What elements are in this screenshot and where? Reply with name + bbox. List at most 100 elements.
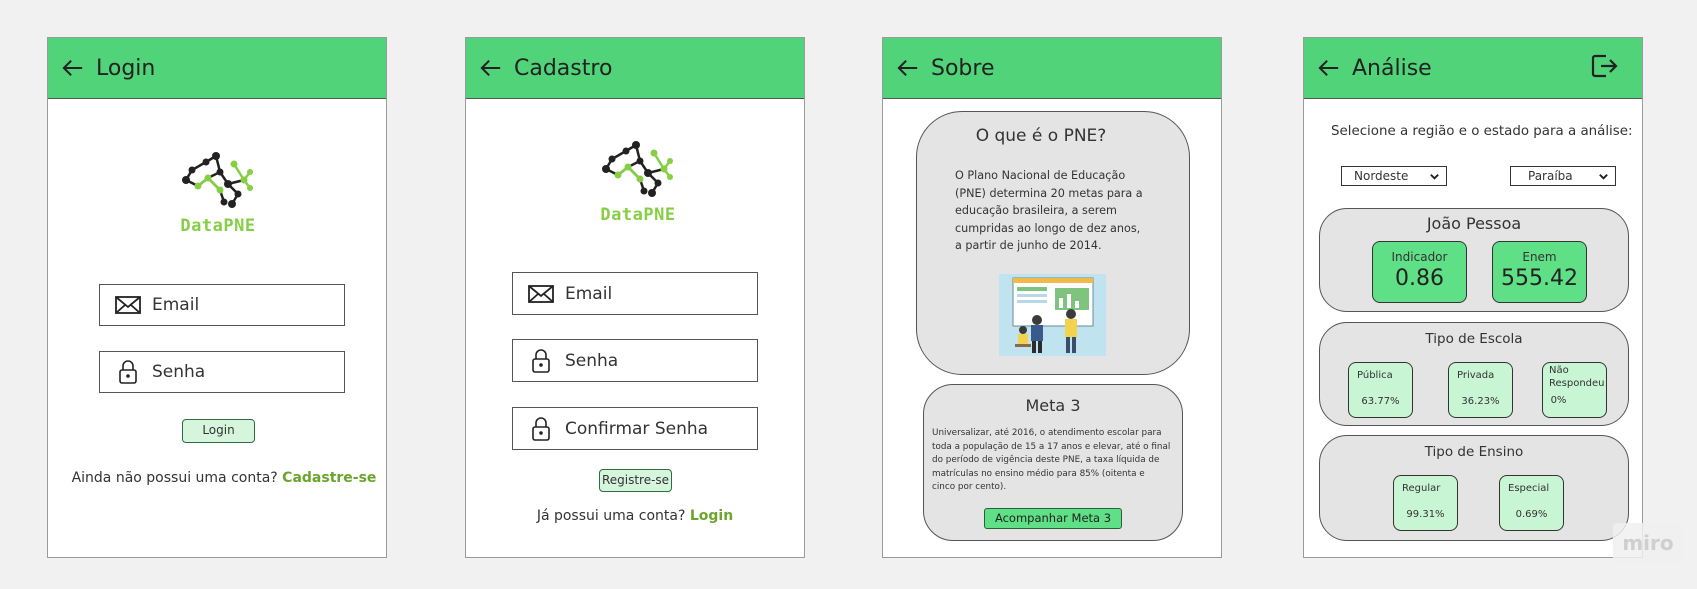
school-public-value: 63.77% <box>1361 396 1400 407</box>
card-title: Meta 3 <box>1025 396 1081 415</box>
teaching-type-card: Tipo de Ensino Regular 99.31% Especial 0… <box>1319 435 1629 541</box>
text-line: educação brasileira, a serem <box>955 204 1117 217</box>
logo-text: DataPNE <box>180 216 256 236</box>
signup-prompt-text: Ainda não possui uma conta? <box>71 470 278 486</box>
page-title: Análise <box>1352 55 1432 81</box>
teaching-special-label: Especial <box>1508 483 1550 494</box>
state-select[interactable]: Paraíba <box>1510 166 1616 186</box>
logout-icon[interactable] <box>1590 52 1618 80</box>
school-private-value: 36.23% <box>1461 396 1500 407</box>
text-line: O Plano Nacional de Educação <box>955 169 1126 182</box>
miro-watermark: miro <box>1613 523 1683 563</box>
confirm-password-field[interactable]: Confirmar Senha <box>512 407 758 450</box>
lock-icon <box>527 416 555 441</box>
about-screen: Sobre O que é o PNE? O Plano Nacional de… <box>882 37 1222 558</box>
text-line: cumpridas ao longo de dez anos, <box>955 221 1141 235</box>
region-select-value: Nordeste <box>1354 169 1409 183</box>
logo-text: DataPNE <box>600 205 676 225</box>
school-private-label: Privada <box>1457 370 1495 381</box>
datapne-logo: DataPNE <box>178 152 258 236</box>
state-select-value: Paraíba <box>1528 169 1573 183</box>
indicator-label: Indicador <box>1391 250 1448 264</box>
signup-link[interactable]: Cadastre-se <box>282 470 376 486</box>
school-noanswer-value: 0% <box>1550 395 1567 406</box>
envelope-icon <box>527 282 555 306</box>
chevron-down-icon <box>1430 174 1439 180</box>
school-noanswer-stat: Não Respondeu 0% <box>1542 362 1607 418</box>
teaching-regular-value: 99.31% <box>1406 509 1445 520</box>
text-line: toda a população de 15 a 17 anos e eleva… <box>932 441 1171 452</box>
page-title: Sobre <box>931 55 995 81</box>
city-name: João Pessoa <box>1426 214 1522 233</box>
email-label: Email <box>152 295 200 315</box>
text-line: do período de vigência deste PNE, a taxa… <box>932 455 1160 466</box>
text-line: Universalizar, até 2016, o atendimento e… <box>932 428 1162 438</box>
follow-meta3-button[interactable]: Acompanhar Meta 3 <box>984 508 1122 529</box>
arrow-left-icon[interactable] <box>480 57 502 79</box>
lock-icon <box>527 348 555 373</box>
chevron-down-icon <box>1599 174 1608 180</box>
email-field[interactable]: Email <box>512 272 758 315</box>
password-field[interactable]: Senha <box>99 351 345 393</box>
text-line: a partir de junho de 2014. <box>955 239 1102 252</box>
email-field[interactable]: Email <box>99 284 345 326</box>
password-label: Senha <box>152 362 206 382</box>
school-type-title: Tipo de Escola <box>1425 331 1523 347</box>
teaching-special-stat: Especial 0.69% <box>1499 475 1564 531</box>
signup-prompt: Ainda não possui uma conta? Cadastre-se <box>55 470 393 486</box>
school-public-stat: Pública 63.77% <box>1348 362 1413 418</box>
arrow-left-icon[interactable] <box>1318 57 1340 79</box>
password-field[interactable]: Senha <box>512 339 758 382</box>
confirm-password-label: Confirmar Senha <box>565 418 709 439</box>
analysis-screen: Análise Selecione a região e o estado pa… <box>1303 37 1643 558</box>
label-line: Respondeu <box>1549 378 1605 389</box>
lock-icon <box>114 360 142 384</box>
login-prompt: Já possui uma conta? Login <box>466 508 804 524</box>
label-line: Não <box>1549 365 1569 376</box>
page-title: Cadastro <box>514 55 613 81</box>
school-public-label: Pública <box>1357 370 1393 381</box>
indicator-value: 0.86 <box>1395 266 1444 291</box>
envelope-icon <box>114 293 142 317</box>
email-label: Email <box>565 283 613 304</box>
text-line: matrículas no ensino médio para 85% (oit… <box>932 468 1145 479</box>
text-line: (PNE) determina 20 metas para a <box>955 186 1143 200</box>
register-screen: Cadastro DataPNE Email Senha Confirmar S… <box>465 37 805 558</box>
school-private-stat: Privada 36.23% <box>1448 362 1513 418</box>
network-logo-icon <box>602 141 673 197</box>
datapne-logo: DataPNE <box>598 141 678 225</box>
region-select[interactable]: Nordeste <box>1341 166 1447 186</box>
meta3-description: Universalizar, até 2016, o atendimento e… <box>932 427 1170 495</box>
indicator-stat: Indicador 0.86 <box>1372 241 1467 303</box>
network-logo-icon <box>182 152 253 208</box>
login-screen: Login DataPNE Email Senha Login Ainda nã… <box>47 37 387 558</box>
meta3-card: Meta 3 Universalizar, até 2016, o atendi… <box>923 384 1183 541</box>
enem-value: 555.42 <box>1501 266 1578 291</box>
school-noanswer-label: Não Respondeu <box>1549 364 1605 390</box>
enem-stat: Enem 555.42 <box>1492 241 1587 303</box>
teaching-type-title: Tipo de Ensino <box>1424 444 1524 460</box>
enem-label: Enem <box>1522 250 1557 264</box>
register-appbar: Cadastro <box>466 38 804 99</box>
login-button[interactable]: Login <box>182 419 255 443</box>
register-button[interactable]: Registre-se <box>599 469 672 492</box>
text-line: cinco por cento). <box>932 482 1007 493</box>
teaching-special-value: 0.69% <box>1515 509 1548 520</box>
page-title: Login <box>96 55 156 81</box>
teaching-regular-stat: Regular 99.31% <box>1393 475 1458 531</box>
login-link[interactable]: Login <box>690 508 733 524</box>
login-appbar: Login <box>48 38 386 99</box>
login-prompt-text: Já possui uma conta? <box>536 508 686 524</box>
city-card: João Pessoa Indicador 0.86 Enem 555.42 <box>1319 208 1629 312</box>
school-type-card: Tipo de Escola Pública 63.77% Privada 36… <box>1319 322 1629 426</box>
analysis-appbar: Análise <box>1304 38 1642 99</box>
pne-info-card: O que é o PNE? O Plano Nacional de Educa… <box>916 111 1190 375</box>
arrow-left-icon[interactable] <box>897 57 919 79</box>
password-label: Senha <box>565 350 619 371</box>
arrow-left-icon[interactable] <box>62 57 84 79</box>
education-illustration <box>999 274 1106 356</box>
card-title: O que é o PNE? <box>975 126 1107 146</box>
about-appbar: Sobre <box>883 38 1221 99</box>
teaching-regular-label: Regular <box>1402 483 1441 494</box>
pne-description: O Plano Nacional de Educação (PNE) deter… <box>955 167 1143 255</box>
